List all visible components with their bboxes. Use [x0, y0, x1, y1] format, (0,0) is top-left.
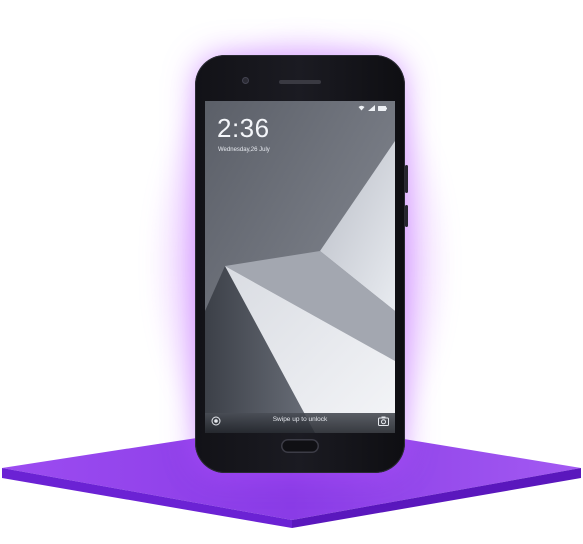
volume-button [405, 165, 408, 193]
wifi-icon [358, 105, 365, 111]
home-button[interactable] [281, 439, 319, 453]
lockscreen-clock: 2:36 [217, 113, 270, 143]
lock-screen[interactable]: 2:36 Wednesday,26 July Swipe up to unloc… [205, 101, 395, 433]
signal-icon [368, 105, 375, 111]
swipe-hint: Swipe up to unlock [272, 416, 328, 423]
status-bar [358, 105, 387, 111]
front-camera-icon [243, 78, 248, 83]
battery-icon [378, 105, 387, 111]
smartphone: 2:36 Wednesday,26 July Swipe up to unloc… [195, 55, 408, 473]
product-stage: 2:36 Wednesday,26 July Swipe up to unloc… [0, 0, 583, 544]
earpiece [279, 80, 321, 84]
power-button [405, 205, 408, 227]
camera-icon[interactable] [378, 416, 389, 426]
lockscreen-date: Wednesday,26 July [218, 147, 270, 153]
